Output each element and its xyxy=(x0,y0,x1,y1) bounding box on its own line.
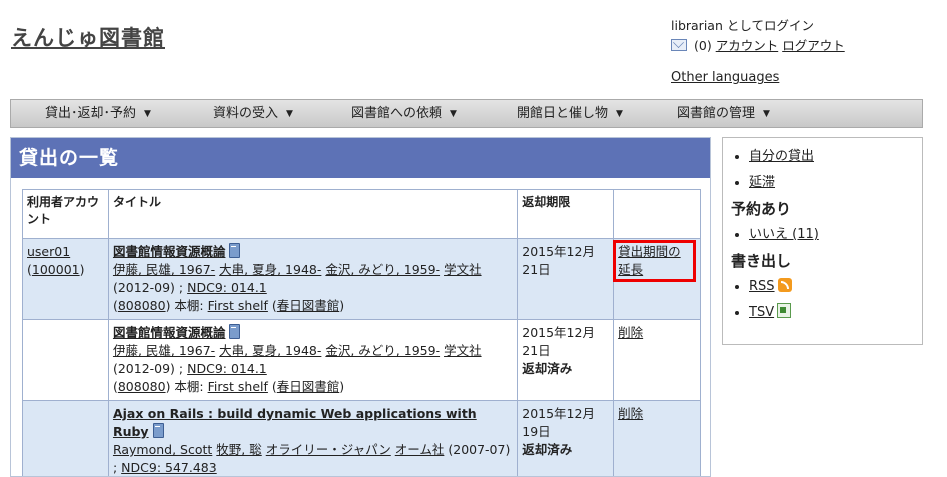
creator-link[interactable]: 伊藤, 民雄, 1967- xyxy=(113,343,215,358)
separator: ; xyxy=(112,460,118,475)
title-cell: 図書館情報資源概論 伊藤, 民雄, 1967- 大串, 夏身, 1948- 金沢… xyxy=(107,319,519,401)
ndc-link[interactable]: NDC9: 014.1 xyxy=(187,361,267,376)
page-title: 貸出の一覧 xyxy=(11,138,710,178)
shelf-label: 本棚: xyxy=(174,379,204,394)
chevron-down-icon: ▼ xyxy=(616,109,623,119)
site-title[interactable]: えんじゅ図書館 xyxy=(11,22,165,52)
table-row: Ajax on Rails : build dynamic Web applic… xyxy=(22,400,701,476)
user-cell xyxy=(22,400,109,476)
col-user-account: 利用者アカウント xyxy=(22,189,109,239)
chevron-down-icon: ▼ xyxy=(450,109,457,119)
book-title-link[interactable]: 図書館情報資源概論 xyxy=(113,244,226,259)
nav-circulation-menu[interactable]: 貸出･返却･予約 ▼ xyxy=(45,100,151,129)
book-icon xyxy=(152,423,164,438)
creator-link[interactable]: 伊藤, 民雄, 1967- xyxy=(113,262,215,277)
creator-link[interactable]: 金沢, みどり, 1959- xyxy=(325,343,440,358)
book-icon xyxy=(229,243,241,258)
sidebar-item-overdue[interactable]: 延滞 xyxy=(749,175,775,190)
action-cell: 貸出期間の延長 xyxy=(613,238,701,320)
reserved-heading: 予約あり xyxy=(731,200,792,218)
logout-link[interactable]: ログアウト xyxy=(782,38,845,53)
shelf-link[interactable]: First shelf xyxy=(208,379,268,394)
user-number-link[interactable]: 100001 xyxy=(32,262,80,277)
chevron-down-icon: ▼ xyxy=(763,109,770,119)
sidebar-item-reserved-no[interactable]: いいえ (11) xyxy=(749,227,819,242)
due-date: 2015年12月21日 xyxy=(522,325,595,358)
book-title-link[interactable]: 図書館情報資源概論 xyxy=(113,325,226,340)
nav-request-menu[interactable]: 図書館への依頼 ▼ xyxy=(351,100,457,129)
separator: ; xyxy=(178,280,184,295)
due-date-cell: 2015年12月19日 返却済み xyxy=(517,400,615,476)
title-cell: 図書館情報資源概論 伊藤, 民雄, 1967- 大串, 夏身, 1948- 金沢… xyxy=(107,238,519,320)
sidebar-item-my-checkouts[interactable]: 自分の貸出 xyxy=(749,149,814,164)
main-nav: 貸出･返却･予約 ▼ 資料の受入 ▼ 図書館への依頼 ▼ 開館日と催し物 ▼ 図書館の管… xyxy=(10,99,923,128)
due-date-cell: 2015年12月21日 返却済み xyxy=(517,319,615,401)
creator-link[interactable]: Raymond, Scott xyxy=(113,442,212,457)
user-link[interactable]: user01 xyxy=(27,244,70,259)
export-heading: 書き出し xyxy=(731,252,792,270)
chevron-down-icon: ▼ xyxy=(144,109,151,119)
user-box: librarian としてログイン (0) アカウント ログアウト xyxy=(671,16,845,56)
rss-icon[interactable] xyxy=(777,278,792,292)
item-id-link[interactable]: 808080 xyxy=(118,298,166,313)
message-count[interactable]: (0) xyxy=(694,38,712,53)
library-link[interactable]: 春日図書館 xyxy=(277,298,340,313)
chevron-down-icon: ▼ xyxy=(286,109,293,119)
table-row: 図書館情報資源概論 伊藤, 民雄, 1967- 大串, 夏身, 1948- 金沢… xyxy=(22,319,701,401)
nav-events-menu[interactable]: 開館日と催し物 ▼ xyxy=(517,100,623,129)
extend-loan-button[interactable]: 貸出期間の延長 xyxy=(613,240,696,282)
ndc-link[interactable]: NDC9: 547.483 xyxy=(121,460,217,475)
creator-link[interactable]: 大串, 夏身, 1948- xyxy=(219,343,321,358)
creator-link[interactable]: オライリー・ジャパン xyxy=(266,442,391,457)
due-date-cell: 2015年12月21日 xyxy=(517,238,615,320)
sidebar: 自分の貸出 延滞 予約あり いいえ (11) 書き出し RSS TSV xyxy=(722,137,923,345)
account-link[interactable]: アカウント xyxy=(716,38,779,53)
publisher-link[interactable]: 学文社 xyxy=(444,262,482,277)
col-due-date: 返却期限 xyxy=(517,189,615,239)
returned-status: 返却済み xyxy=(522,361,573,376)
pub-date: (2007-07) xyxy=(448,442,511,457)
col-action xyxy=(613,189,701,239)
checkout-table: 利用者アカウント タイトル 返却期限 user01 (100001) 図書館情報… xyxy=(22,189,701,476)
mail-icon[interactable] xyxy=(671,38,687,51)
creator-link[interactable]: 牧野, 聡 xyxy=(216,442,261,457)
checkout-list-panel: 貸出の一覧 利用者アカウント タイトル 返却期限 user01 (100001)… xyxy=(10,137,711,477)
returned-status: 返却済み xyxy=(522,442,573,457)
creator-link[interactable]: 金沢, みどり, 1959- xyxy=(325,262,440,277)
nav-acquisition-menu[interactable]: 資料の受入 ▼ xyxy=(213,100,293,129)
publisher-link[interactable]: 学文社 xyxy=(444,343,482,358)
login-status: librarian としてログイン xyxy=(671,18,814,33)
creator-link[interactable]: 大串, 夏身, 1948- xyxy=(219,262,321,277)
book-icon xyxy=(229,324,241,339)
book-title-link[interactable]: Ajax on Rails : build dynamic Web applic… xyxy=(113,406,477,439)
col-title: タイトル xyxy=(107,189,519,239)
shelf-link[interactable]: First shelf xyxy=(208,298,268,313)
item-id-link[interactable]: 808080 xyxy=(118,379,166,394)
separator: ; xyxy=(178,361,184,376)
user-cell xyxy=(22,319,109,401)
delete-button[interactable]: 削除 xyxy=(618,406,643,421)
ndc-link[interactable]: NDC9: 014.1 xyxy=(187,280,267,295)
library-link[interactable]: 春日図書館 xyxy=(277,379,340,394)
due-date: 2015年12月21日 xyxy=(522,244,595,277)
due-date: 2015年12月19日 xyxy=(522,406,595,439)
pub-date: (2012-09) xyxy=(112,280,175,295)
publisher-link[interactable]: オーム社 xyxy=(395,442,445,457)
sidebar-item-tsv[interactable]: TSV xyxy=(749,305,774,320)
spreadsheet-icon[interactable] xyxy=(777,303,792,318)
delete-button[interactable]: 削除 xyxy=(618,325,643,340)
action-cell: 削除 xyxy=(613,400,701,476)
pub-date: (2012-09) xyxy=(112,361,175,376)
other-languages-link[interactable]: Other languages xyxy=(671,70,779,85)
user-cell: user01 (100001) xyxy=(22,238,109,320)
table-row: user01 (100001) 図書館情報資源概論 伊藤, 民雄, 1967- … xyxy=(22,238,701,320)
shelf-label: 本棚: xyxy=(174,298,204,313)
title-cell: Ajax on Rails : build dynamic Web applic… xyxy=(107,400,519,476)
action-cell: 削除 xyxy=(613,319,701,401)
sidebar-item-rss[interactable]: RSS xyxy=(749,279,775,294)
nav-admin-menu[interactable]: 図書館の管理 ▼ xyxy=(677,100,770,129)
